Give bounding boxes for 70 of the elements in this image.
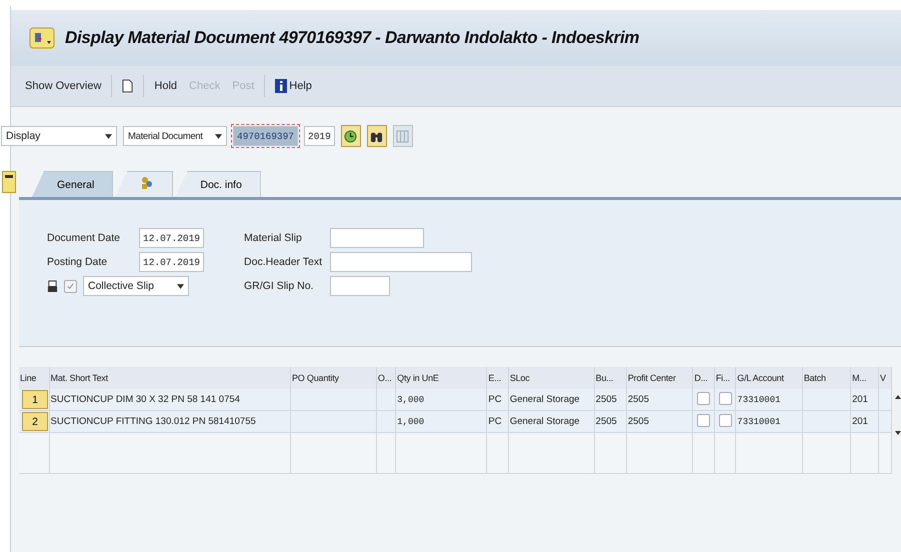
people-icon bbox=[140, 176, 154, 190]
toolbar-button[interactable]: Show Overview bbox=[23, 78, 104, 94]
year-field[interactable]: 2019 bbox=[304, 126, 335, 146]
grid-icon bbox=[396, 130, 410, 142]
field-label: GR/GI Slip No. bbox=[244, 280, 314, 292]
object-dropdown[interactable]: Material Document bbox=[123, 126, 227, 146]
row-selector[interactable]: 1 bbox=[22, 390, 48, 409]
date-field[interactable]: 12.07.2019 bbox=[139, 228, 204, 248]
checkbox[interactable] bbox=[718, 392, 732, 404]
date-field[interactable]: 12.07.2019 bbox=[139, 252, 204, 272]
check-icon bbox=[66, 282, 75, 290]
info-icon bbox=[275, 79, 288, 93]
column-header[interactable]: Bu... bbox=[594, 367, 626, 389]
column-header[interactable]: Fi... bbox=[714, 367, 736, 389]
column-header[interactable]: O... bbox=[376, 367, 396, 389]
table-cell: 2505 bbox=[626, 389, 693, 410]
column-header[interactable]: Profit Center bbox=[626, 367, 693, 389]
clock-icon bbox=[344, 130, 358, 142]
field-label: Posting Date bbox=[47, 256, 108, 268]
column-header[interactable]: E... bbox=[486, 367, 508, 389]
column-header[interactable]: G/L Account bbox=[736, 367, 802, 389]
checkbox[interactable] bbox=[697, 392, 710, 404]
field-label: Doc.Header Text bbox=[244, 256, 324, 268]
document-number-field[interactable]: 4970169397 bbox=[233, 126, 298, 146]
grid-button[interactable] bbox=[392, 125, 413, 147]
field-label: Document Date bbox=[47, 232, 121, 244]
slip-dropdown[interactable]: Collective Slip bbox=[83, 276, 189, 296]
table-cell: 2505 bbox=[594, 389, 626, 410]
column-header[interactable]: Mat. Short Text bbox=[49, 367, 290, 389]
caret-icon bbox=[105, 134, 112, 138]
toolbar-button[interactable]: Hold bbox=[152, 78, 180, 94]
table-cell: 201 bbox=[850, 389, 878, 410]
printer-icon[interactable] bbox=[47, 280, 58, 292]
header-toggle-icon[interactable] bbox=[2, 171, 16, 193]
checkbox[interactable] bbox=[718, 414, 732, 426]
tab[interactable]: General bbox=[32, 171, 114, 197]
tab[interactable]: Doc. info bbox=[175, 171, 261, 197]
scroll-up-icon[interactable] bbox=[895, 395, 901, 399]
table-cell: 3,000 bbox=[396, 389, 487, 410]
caret-icon bbox=[215, 134, 222, 138]
input-field[interactable] bbox=[330, 276, 390, 296]
window-title: Display Material Document 4970169397 - Darwanto Indolakto - Indoeskrim bbox=[65, 28, 640, 48]
column-header[interactable]: SLoc bbox=[508, 367, 594, 389]
column-header[interactable]: Qty in UnE bbox=[396, 367, 487, 389]
scroll-down-icon[interactable] bbox=[895, 431, 901, 435]
document-icon bbox=[122, 79, 134, 93]
field-label: Material Slip bbox=[244, 232, 303, 244]
table-cell: General Storage bbox=[508, 389, 594, 410]
input-field[interactable] bbox=[330, 228, 424, 248]
column-header[interactable]: Batch bbox=[802, 367, 851, 389]
column-header[interactable]: V bbox=[878, 367, 892, 389]
row-selector[interactable]: 2 bbox=[22, 412, 48, 431]
table-cell: 73310001 bbox=[736, 389, 802, 410]
column-header[interactable]: Line bbox=[19, 367, 50, 389]
find-button[interactable] bbox=[366, 125, 387, 147]
column-header[interactable]: M... bbox=[850, 367, 878, 389]
table-cell: SUCTIONCUP DIM 30 X 32 PN 58 141 0754 bbox=[49, 389, 290, 410]
action-dropdown[interactable]: Display bbox=[1, 126, 117, 146]
caret-icon bbox=[177, 284, 184, 288]
table-cell: PC bbox=[486, 389, 508, 410]
execute-button[interactable] bbox=[340, 125, 361, 147]
input-field[interactable] bbox=[330, 252, 472, 272]
column-header[interactable]: PO Quantity bbox=[290, 367, 376, 389]
new-document-button[interactable] bbox=[120, 77, 136, 95]
icon-tab[interactable] bbox=[115, 171, 174, 197]
menu-icon[interactable] bbox=[29, 27, 55, 49]
column-header[interactable]: D... bbox=[692, 367, 714, 389]
print-checkbox[interactable] bbox=[64, 280, 77, 292]
help-button[interactable]: Help bbox=[273, 77, 314, 95]
checkbox[interactable] bbox=[697, 414, 710, 426]
